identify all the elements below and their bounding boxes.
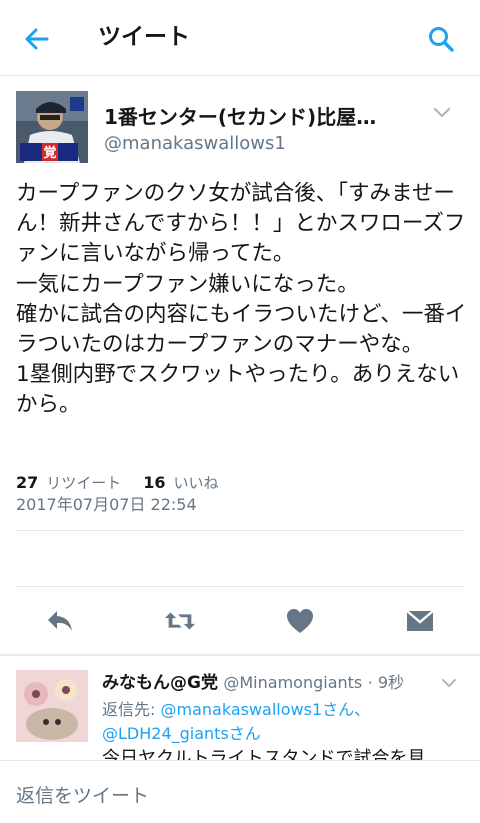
tweet-text: カープファンのクソ女が試合後、「すみませーん！新井さんですから！！」とかスワロー… [16, 181, 467, 418]
like-button[interactable] [283, 604, 317, 638]
envelope-icon [406, 610, 434, 631]
avatar-caption: 覚 [42, 145, 56, 161]
author-avatar[interactable]: 覚 [16, 91, 88, 163]
reply-compose-bar[interactable]: 返信をツイート [0, 760, 480, 823]
chevron-down-icon [442, 679, 456, 687]
reply-text: 今日ヤクルトライトスタンドで試合を見 [102, 748, 426, 760]
tweet-stats: 27 リツイート 16 いいね [16, 472, 241, 493]
reply-tweet[interactable]: みなもん@G党 @Minamongiants · 9秒 返信先: @manaka… [0, 660, 480, 760]
reply-button[interactable] [43, 604, 77, 638]
reply-input[interactable]: 返信をツイート [16, 781, 149, 808]
divider [0, 654, 480, 656]
reply-to-mention-2[interactable]: @LDH24_giantsさん [102, 720, 261, 744]
search-button[interactable] [424, 22, 458, 56]
reply-to-line: 返信先: @manakaswallows1さん、 [102, 696, 370, 720]
reply-author-handle[interactable]: @Minamongiants [223, 673, 362, 692]
direct-message-button[interactable] [403, 604, 437, 638]
reply-to-mention-1[interactable]: @manakaswallows1さん、 [161, 700, 371, 719]
reply-time: · 9秒 [367, 673, 405, 692]
reply-icon [48, 611, 72, 631]
tweet-actions [0, 604, 480, 638]
tweet-menu-button[interactable] [430, 101, 454, 125]
avatar-image: 覚 [16, 91, 88, 163]
author-name[interactable]: 1番センター(セカンド)比屋… [104, 101, 424, 130]
page-title: ツイート [98, 24, 190, 50]
search-icon [429, 27, 454, 52]
like-count[interactable]: 16 [143, 473, 165, 492]
heart-icon [287, 609, 313, 633]
arrow-left-icon [25, 28, 49, 50]
back-button[interactable] [20, 22, 54, 56]
chevron-down-icon [433, 107, 451, 118]
author-handle[interactable]: @manakaswallows1 [104, 133, 286, 154]
reply-menu-button[interactable] [438, 672, 460, 694]
reply-avatar[interactable] [16, 670, 88, 742]
reply-header: みなもん@G党 @Minamongiants · 9秒 [102, 668, 404, 693]
retweet-count[interactable]: 27 [16, 473, 38, 492]
top-app-bar: ツイート [0, 0, 480, 76]
retweet-label[interactable]: リツイート [46, 472, 121, 493]
like-label[interactable]: いいね [174, 472, 219, 493]
reply-to-label: 返信先: [102, 700, 156, 719]
reply-author-name[interactable]: みなもん@G党 [102, 673, 218, 693]
tweet-timestamp: 2017年07月07日 22:54 [16, 495, 197, 514]
avatar-image [16, 670, 88, 742]
divider [16, 530, 464, 531]
retweet-icon [164, 612, 196, 630]
divider [16, 586, 464, 587]
retweet-button[interactable] [163, 604, 197, 638]
